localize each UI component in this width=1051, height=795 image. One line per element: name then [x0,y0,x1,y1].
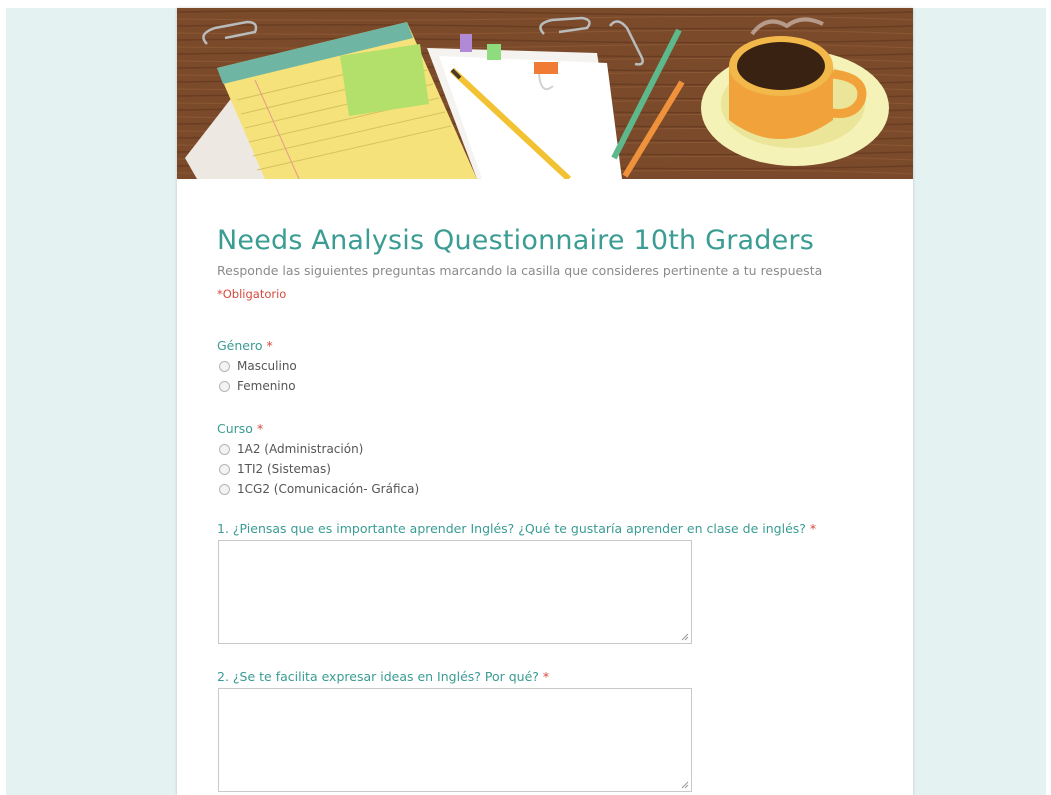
question-course-label: Curso [217,421,253,436]
question-2-title: 2. ¿Se te facilita expresar ideas en Ing… [217,669,549,684]
required-asterisk: * [266,338,273,353]
question-gender-title: Género * [217,338,273,353]
question-1-title: 1. ¿Piensas que es importante aprender I… [217,521,816,536]
question-2-label: 2. ¿Se te facilita expresar ideas en Ing… [217,669,539,684]
option-1a2[interactable]: 1A2 (Administración) [219,442,363,456]
radio-button[interactable] [219,380,230,392]
form-card: Needs Analysis Questionnaire 10th Grader… [177,8,913,795]
option-1ti2[interactable]: 1TI2 (Sistemas) [219,462,331,476]
option-label: 1A2 (Administración) [237,442,364,456]
radio-button[interactable] [219,360,230,372]
resize-handle-icon[interactable] [681,633,689,641]
form-title: Needs Analysis Questionnaire 10th Grader… [217,225,814,256]
resize-handle-icon[interactable] [681,781,689,789]
question-1-answer-textarea[interactable] [218,540,692,644]
question-2-answer-textarea[interactable] [218,688,692,792]
required-asterisk: * [256,421,264,436]
option-label: Masculino [237,359,297,373]
required-asterisk: * [809,521,817,536]
required-note: *Obligatorio [217,287,287,301]
question-course-title: Curso * [217,421,263,436]
question-gender-label: Género [217,338,263,353]
form-description: Responde las siguientes preguntas marcan… [217,263,823,278]
option-masculino[interactable]: Masculino [219,359,297,373]
option-label: Femenino [237,379,296,393]
option-label: 1CG2 (Comunicación- Gráfica) [237,482,420,496]
question-1-label: 1. ¿Piensas que es importante aprender I… [217,521,806,536]
header-banner-image [177,8,913,179]
radio-button[interactable] [219,483,230,495]
radio-button[interactable] [219,443,230,455]
option-1cg2[interactable]: 1CG2 (Comunicación- Gráfica) [219,482,419,496]
required-asterisk: * [542,669,550,684]
option-femenino[interactable]: Femenino [219,379,296,393]
radio-button[interactable] [219,463,230,475]
option-label: 1TI2 (Sistemas) [237,462,331,476]
